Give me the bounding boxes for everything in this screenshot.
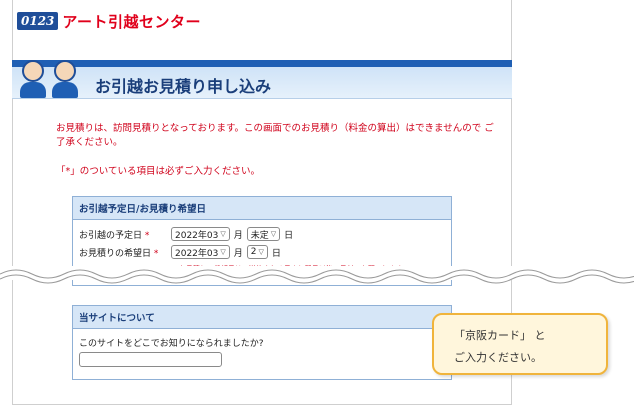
page-break-wave xyxy=(0,266,634,284)
month-unit: 月 xyxy=(233,248,243,259)
month-unit: 月 xyxy=(233,230,243,241)
chevron-down-icon: ▽ xyxy=(220,230,226,238)
moving-date-heading: お引越予定日/お見積り希望日 xyxy=(73,197,451,220)
chevron-down-icon: ▽ xyxy=(270,230,277,238)
mascot-illustration xyxy=(14,58,86,100)
about-site-heading: 当サイトについて xyxy=(73,306,451,329)
callout-line-1: 「京阪カード」 と xyxy=(454,329,546,342)
move-date-row: お引越の予定日 * 2022年03 ▽ 月 未定 ▽ 日 xyxy=(79,227,297,241)
chevron-down-icon: ▽ xyxy=(220,248,226,256)
brand-badge: 0123 xyxy=(17,12,59,30)
callout-line-2: ご入力ください。 xyxy=(454,351,542,364)
estimate-day-select[interactable]: 2 ▽ xyxy=(246,245,268,259)
chevron-down-icon: ▽ xyxy=(258,248,264,256)
referral-input[interactable] xyxy=(79,352,222,367)
required-note-text: のついている項目は必ずご入力ください。 xyxy=(79,166,260,177)
move-date-label: お引越の予定日 * xyxy=(79,230,150,241)
estimate-notice: お見積りは、訪問見積りとなっております。この画面でのお見積り（料金の算出）はでき… xyxy=(56,123,494,148)
estimate-date-row: お見積りの希望日 * 2022年03 ▽ 月 2 ▽ 日 xyxy=(79,245,285,259)
day-unit: 日 xyxy=(284,230,294,241)
day-unit: 日 xyxy=(271,248,281,259)
required-note: 「*」のついている項目は必ずご入力ください。 xyxy=(56,163,260,177)
move-month-select[interactable]: 2022年03 ▽ xyxy=(171,227,230,241)
estimate-date-label: お見積りの希望日 * xyxy=(79,248,159,259)
brand-name: アート引越センター xyxy=(62,12,202,31)
header-band xyxy=(12,60,512,67)
instruction-callout: 「京阪カード」 と ご入力ください。 xyxy=(432,313,608,375)
referral-question: このサイトをどこでお知りになられましたか? xyxy=(79,339,264,349)
estimate-month-select[interactable]: 2022年03 ▽ xyxy=(171,245,230,259)
about-site-panel: 当サイトについて このサイトをどこでお知りになられましたか? xyxy=(72,305,452,380)
required-mark: 「*」 xyxy=(56,166,80,177)
move-day-select[interactable]: 未定 ▽ xyxy=(246,227,281,241)
brand-logo[interactable]: 0123 アート引越センター xyxy=(17,9,201,33)
page-title: お引越お見積り申し込み xyxy=(95,77,272,96)
